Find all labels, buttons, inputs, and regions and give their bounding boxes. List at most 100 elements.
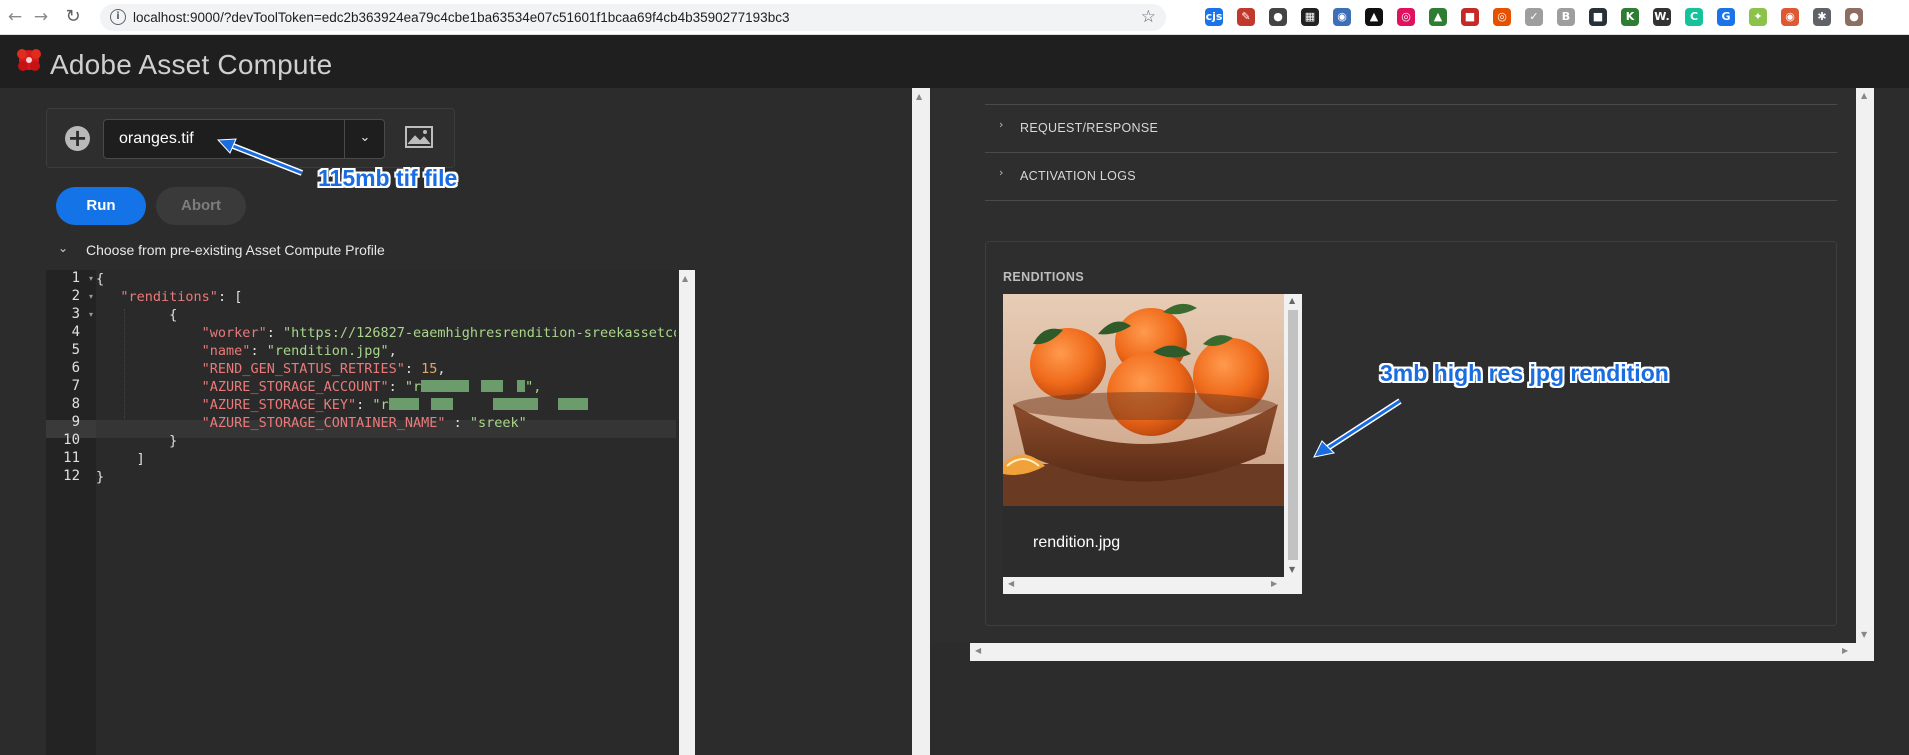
redacted-value	[481, 380, 504, 392]
scroll-up-icon[interactable]: ▲	[682, 274, 688, 283]
renditions-section: RENDITIONS rendition.jpg ▲ ▼ ◀ ▶	[985, 241, 1837, 626]
browser-toolbar: ← → ↻ i localhost:9000/?devToolToken=edc…	[0, 0, 1909, 35]
code-line: {	[96, 271, 105, 287]
adobe-logo-icon	[17, 49, 41, 71]
code-line: }	[169, 433, 178, 449]
annotation-arrow	[1313, 398, 1402, 458]
results-horizontal-scrollbar[interactable]: ◀ ▶	[970, 643, 1874, 661]
reload-icon[interactable]: ↻	[62, 6, 84, 28]
accordion-activation-logs[interactable]: › ACTIVATION LOGS	[985, 153, 1837, 201]
redacted-value	[430, 398, 453, 410]
extension-icon[interactable]: ▦	[1301, 8, 1319, 26]
abort-button[interactable]: Abort	[156, 187, 246, 225]
info-icon[interactable]: i	[110, 9, 126, 25]
extension-icon[interactable]: ✓	[1525, 8, 1543, 26]
annotation-rendition-note: 3mb high res jpg rendition	[1380, 360, 1669, 386]
extension-icon[interactable]: ◉	[1781, 8, 1799, 26]
extension-icon[interactable]: B	[1557, 8, 1575, 26]
code-line: ]	[136, 451, 145, 467]
app-title: Adobe Asset Compute	[50, 49, 333, 80]
scroll-right-icon[interactable]: ▶	[1271, 579, 1277, 588]
accordion-label[interactable]: ACTIVATION LOGS	[1020, 169, 1136, 183]
back-icon[interactable]: ←	[4, 6, 26, 28]
extension-icon[interactable]: ■	[1589, 8, 1607, 26]
line-number: 10	[63, 432, 80, 448]
extension-icon[interactable]: ◎	[1493, 8, 1511, 26]
results-vertical-scrollbar[interactable]: ▲ ▼	[1856, 88, 1874, 643]
code-line: "AZURE_STORAGE_CONTAINER_NAME" : "sreek"	[201, 415, 527, 431]
annotation-arrow	[216, 138, 304, 176]
rendition-filename[interactable]: rendition.jpg	[1033, 534, 1120, 552]
fold-icon[interactable]: ▾	[89, 292, 93, 301]
editor-code[interactable]: { "renditions": [ { "worker": "https://1…	[96, 270, 676, 755]
line-number: 2	[71, 288, 80, 304]
accordion-request-response[interactable]: › REQUEST/RESPONSE	[985, 105, 1837, 153]
code-line: {	[169, 307, 178, 323]
scroll-left-icon[interactable]: ◀	[1008, 579, 1014, 588]
extension-icon[interactable]: ✎	[1237, 8, 1255, 26]
rendition-thumbnail[interactable]: rendition.jpg	[1003, 294, 1284, 577]
extension-icon[interactable]: K	[1621, 8, 1639, 26]
code-line: "AZURE_STORAGE_KEY": "r	[96, 396, 588, 414]
redacted-value	[388, 398, 419, 410]
line-number: 11	[63, 450, 80, 466]
address-bar[interactable]: i localhost:9000/?devToolToken=edc2b3639…	[100, 4, 1166, 31]
extension-icon[interactable]: ●	[1845, 8, 1863, 26]
extension-icon[interactable]: ✱	[1813, 8, 1831, 26]
extension-icon[interactable]: C	[1685, 8, 1703, 26]
redacted-value	[421, 380, 470, 392]
extension-icon[interactable]: W.	[1653, 8, 1671, 26]
chevron-down-icon[interactable]: ⌄	[354, 126, 376, 150]
rendition-card[interactable]: rendition.jpg ▲ ▼ ◀ ▶	[1003, 294, 1302, 594]
extension-icon[interactable]: G	[1717, 8, 1735, 26]
fold-icon[interactable]: ▾	[89, 274, 93, 283]
code-line: }	[96, 469, 105, 485]
image-icon[interactable]	[405, 126, 433, 148]
thumbnail-vertical-scrollbar[interactable]: ▲ ▼	[1284, 294, 1302, 577]
redacted-value	[557, 398, 588, 410]
run-button[interactable]: Run	[56, 187, 146, 225]
scroll-left-icon[interactable]: ◀	[975, 646, 981, 655]
chevron-right-icon[interactable]: ›	[999, 118, 1003, 131]
fold-icon[interactable]: ▾	[89, 310, 93, 319]
profile-toggle-label[interactable]: Choose from pre-existing Asset Compute P…	[86, 242, 385, 258]
scroll-down-icon[interactable]: ▼	[1861, 630, 1867, 639]
forward-icon[interactable]: →	[30, 6, 52, 28]
panel-splitter[interactable]: ▲	[912, 88, 930, 755]
line-number: 4	[71, 324, 80, 340]
editor-scrollbar[interactable]: ▲	[679, 270, 695, 755]
url-text[interactable]: localhost:9000/?devToolToken=edc2b363924…	[133, 10, 789, 25]
extension-icon[interactable]: ◉	[1333, 8, 1351, 26]
extension-icon[interactable]: ●	[1269, 8, 1287, 26]
extension-icon[interactable]: ■	[1461, 8, 1479, 26]
chevron-right-icon[interactable]: ›	[999, 166, 1003, 179]
scroll-up-icon[interactable]: ▲	[1861, 91, 1867, 100]
code-line: "name": "rendition.jpg",	[201, 343, 397, 359]
accordion-label[interactable]: REQUEST/RESPONSE	[1020, 121, 1158, 135]
code-line: "REND_GEN_STATUS_RETRIES": 15,	[201, 361, 446, 377]
extension-icon[interactable]: cjs	[1205, 8, 1223, 26]
scrollbar-thumb[interactable]	[1288, 310, 1298, 560]
line-number: 7	[71, 378, 80, 394]
scroll-up-icon[interactable]: ▲	[916, 92, 922, 101]
extension-icon[interactable]: ▲	[1365, 8, 1383, 26]
chevron-down-icon[interactable]: ⌄	[58, 241, 68, 255]
plus-circle-icon[interactable]: +	[65, 126, 90, 151]
code-line: "worker": "https://126827-eaemhighresren…	[201, 325, 676, 341]
thumbnail-horizontal-scrollbar[interactable]: ◀ ▶	[1003, 577, 1284, 594]
code-editor[interactable]: 1 ▾ 2 ▾ 3 ▾ 4 5 6 7 8 9 10 11 12 { "renditions": [ { "…	[46, 270, 695, 755]
extension-icon[interactable]: ▲	[1429, 8, 1447, 26]
star-icon[interactable]: ☆	[1141, 7, 1156, 27]
code-line: "AZURE_STORAGE_ACCOUNT": "r ",	[201, 379, 542, 395]
line-number: 9	[71, 414, 80, 430]
extension-icon[interactable]: ✦	[1749, 8, 1767, 26]
scroll-down-icon[interactable]: ▼	[1289, 565, 1295, 574]
scroll-right-icon[interactable]: ▶	[1842, 646, 1848, 655]
renditions-header: RENDITIONS	[1003, 270, 1085, 284]
scroll-up-icon[interactable]: ▲	[1289, 296, 1295, 305]
line-number: 1	[71, 270, 80, 286]
selected-file[interactable]: oranges.tif	[119, 130, 194, 148]
profile-toggle[interactable]: ⌄ Choose from pre-existing Asset Compute…	[56, 241, 406, 261]
extension-icon[interactable]: ◎	[1397, 8, 1415, 26]
line-number: 6	[71, 360, 80, 376]
